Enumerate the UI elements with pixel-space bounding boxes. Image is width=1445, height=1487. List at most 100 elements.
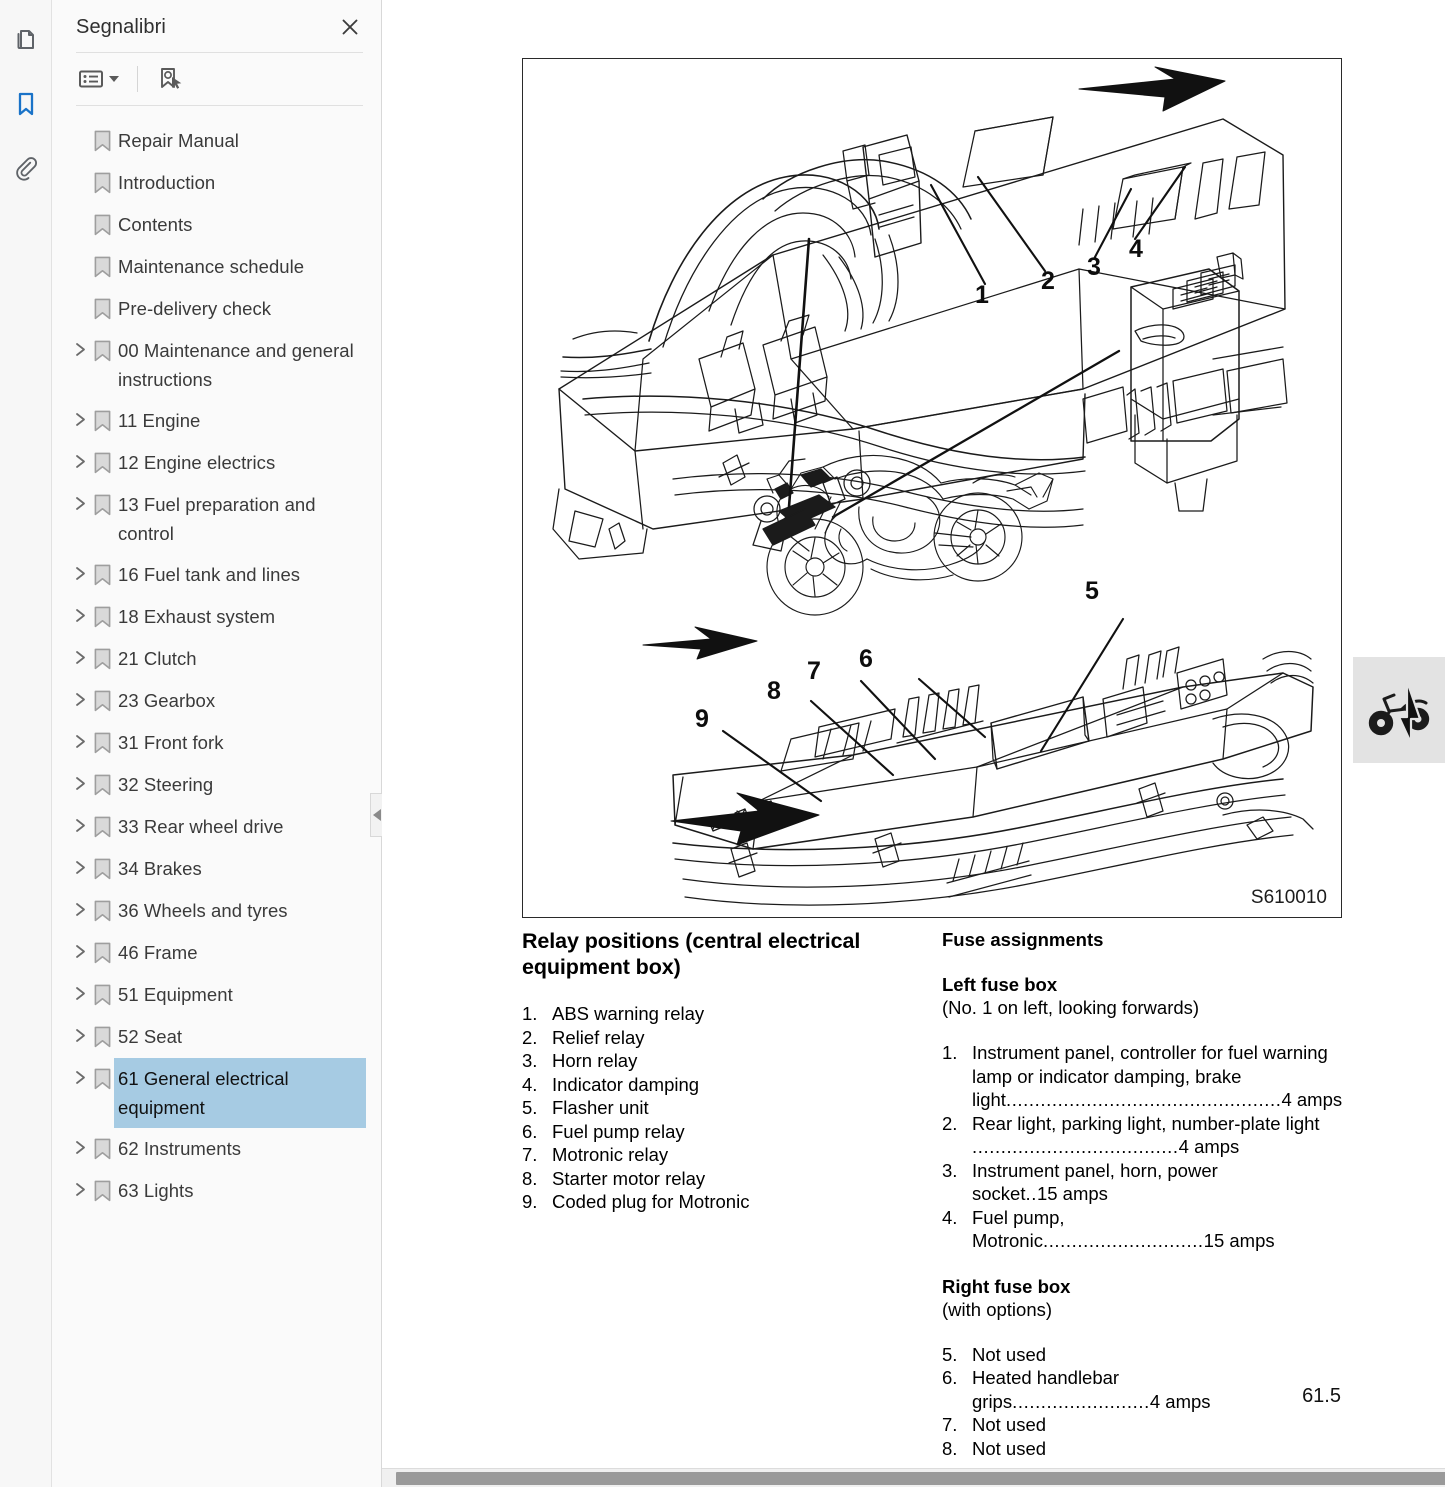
chapter-tab-marker[interactable] (1353, 657, 1445, 763)
fuse-assignments-heading: Fuse assignments (942, 928, 1354, 951)
bookmarks-panel-header: Segnalibri (52, 0, 381, 52)
bookmark-item-label: 00 Maintenance and general instructions (114, 330, 366, 400)
leader-dots: ............................ (1043, 1230, 1204, 1251)
chevron-right-icon[interactable] (70, 596, 90, 623)
new-bookmark-icon (156, 66, 184, 92)
bookmark-item[interactable]: 13 Fuel preparation and control (52, 484, 381, 554)
bookmark-item[interactable]: 00 Maintenance and general instructions (52, 330, 381, 400)
bookmark-item[interactable]: 16 Fuel tank and lines (52, 554, 381, 596)
bookmark-icon (90, 1170, 114, 1202)
bookmark-icon (90, 554, 114, 586)
chevron-right-icon[interactable] (70, 1170, 90, 1197)
bookmark-item[interactable]: 51 Equipment (52, 974, 381, 1016)
bookmark-icon (90, 596, 114, 628)
bookmark-icon (90, 1128, 114, 1160)
bookmark-item[interactable]: 62 Instruments (52, 1128, 381, 1170)
bookmark-item[interactable]: 31 Front fork (52, 722, 381, 764)
bookmark-item[interactable]: 63 Lights (52, 1170, 381, 1212)
bookmark-item[interactable]: 21 Clutch (52, 638, 381, 680)
bookmark-item-label: 32 Steering (114, 764, 217, 805)
bookmark-icon (90, 1016, 114, 1048)
text-columns: Relay positions (central electrical equi… (522, 928, 1342, 1460)
list-item-value: 15 amps (1204, 1230, 1275, 1251)
bookmark-item[interactable]: 23 Gearbox (52, 680, 381, 722)
list-item-number: 2. (942, 1112, 972, 1136)
list-item-text: Motronic relay (552, 1143, 924, 1167)
bookmark-item[interactable]: 33 Rear wheel drive (52, 806, 381, 848)
chevron-right-icon[interactable] (70, 806, 90, 833)
chevron-right-icon[interactable] (70, 932, 90, 959)
chevron-right-icon[interactable] (70, 974, 90, 1001)
bookmark-icon (90, 806, 114, 838)
chevron-right-icon[interactable] (70, 330, 90, 357)
bookmark-icon (90, 848, 114, 880)
bookmark-item[interactable]: Introduction (52, 162, 381, 204)
document-view[interactable]: 1 2 3 4 5 x x 6 7 8 9 S610010 (382, 0, 1445, 1487)
list-item-number: 4. (942, 1206, 972, 1230)
bookmark-item[interactable]: 36 Wheels and tyres (52, 890, 381, 932)
chevron-right-icon[interactable] (70, 1128, 90, 1155)
chevron-right-icon[interactable] (70, 638, 90, 665)
bookmark-icon[interactable] (8, 86, 44, 122)
pages-thumbnail-icon[interactable] (8, 22, 44, 58)
bookmark-icon (90, 400, 114, 432)
new-bookmark-button[interactable] (154, 63, 186, 95)
bookmark-icon (90, 484, 114, 516)
list-item-number: 9. (522, 1190, 552, 1214)
list-item: 3.Instrument panel, horn, power socket..… (942, 1159, 1354, 1206)
bookmark-icon (90, 890, 114, 922)
bookmark-item[interactable]: 52 Seat (52, 1016, 381, 1058)
horizontal-scrollbar[interactable] (382, 1468, 1445, 1487)
relay-positions-heading: Relay positions (central electrical equi… (522, 928, 924, 980)
list-item-number: 6. (522, 1120, 552, 1144)
chevron-right-icon[interactable] (70, 680, 90, 707)
bookmark-item[interactable]: 34 Brakes (52, 848, 381, 890)
bookmark-icon (90, 1058, 114, 1090)
figure-linework: 1 2 3 4 5 x x 6 7 8 9 (523, 59, 1341, 917)
bookmark-item-label: 33 Rear wheel drive (114, 806, 287, 847)
chevron-right-icon[interactable] (70, 1016, 90, 1043)
bookmark-item[interactable]: 11 Engine (52, 400, 381, 442)
bookmark-item[interactable]: 46 Frame (52, 932, 381, 974)
bookmark-item[interactable]: 61 General electrical equipment (52, 1058, 381, 1128)
list-options-button[interactable] (76, 65, 121, 93)
chevron-right-icon[interactable] (70, 442, 90, 469)
figure-id: S610010 (1251, 887, 1327, 909)
chevron-right-icon[interactable] (70, 848, 90, 875)
close-icon[interactable] (337, 14, 363, 40)
chevron-right-icon[interactable] (70, 554, 90, 581)
panel-collapse-handle[interactable] (370, 793, 382, 837)
bookmark-item[interactable]: Maintenance schedule (52, 246, 381, 288)
list-item: 4.Fuel pump, Motronic...................… (942, 1206, 1354, 1253)
bookmark-item[interactable]: 12 Engine electrics (52, 442, 381, 484)
horizontal-scrollbar-thumb[interactable] (396, 1472, 1445, 1485)
list-item-text: Fuel pump, Motronic.....................… (972, 1206, 1354, 1253)
bookmark-item-label: 16 Fuel tank and lines (114, 554, 304, 595)
list-item-text: Rear light, parking light, number-plate … (972, 1112, 1354, 1159)
bookmark-item[interactable]: Repair Manual (52, 120, 381, 162)
list-item-text: Instrument panel, controller for fuel wa… (972, 1041, 1354, 1112)
paperclip-attachment-icon[interactable] (8, 150, 44, 186)
relay-positions-list: 1.ABS warning relay2.Relief relay3.Horn … (522, 1002, 924, 1214)
list-item-text: Flasher unit (552, 1096, 924, 1120)
chevron-right-icon[interactable] (70, 890, 90, 917)
chevron-right-icon[interactable] (70, 484, 90, 511)
bookmark-icon (90, 680, 114, 712)
bookmark-item-label: Maintenance schedule (114, 246, 308, 287)
bookmarks-list[interactable]: Repair ManualIntroductionContentsMainten… (52, 106, 381, 1487)
chevron-right-icon[interactable] (70, 1058, 90, 1085)
chevron-right-icon[interactable] (70, 722, 90, 749)
bookmark-item[interactable]: 18 Exhaust system (52, 596, 381, 638)
list-item-number: 3. (942, 1159, 972, 1183)
figure-callout-1: 1 (975, 281, 989, 309)
chevron-right-icon[interactable] (70, 400, 90, 427)
bookmark-item-label: 11 Engine (114, 400, 204, 441)
chevron-right-icon[interactable] (70, 764, 90, 791)
bookmark-item[interactable]: Pre-delivery check (52, 288, 381, 330)
bookmark-item[interactable]: 32 Steering (52, 764, 381, 806)
chevron-down-icon (109, 76, 119, 82)
bookmark-item[interactable]: Contents (52, 204, 381, 246)
leader-dots: ........................................… (1006, 1089, 1282, 1110)
technical-figure: 1 2 3 4 5 x x 6 7 8 9 S610010 (522, 58, 1342, 918)
list-item-number: 3. (522, 1049, 552, 1073)
